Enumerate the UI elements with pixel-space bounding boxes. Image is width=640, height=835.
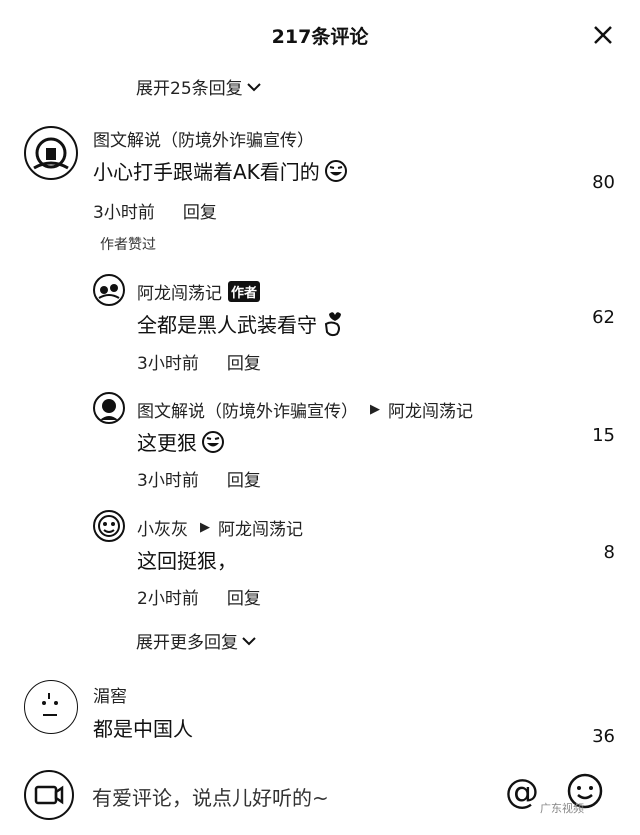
expand-replies-label: 展开25条回复: [136, 79, 243, 99]
reply-text: 这更狠: [137, 427, 225, 456]
like-count[interactable]: 8: [555, 542, 615, 563]
reply-author[interactable]: 图文解说（防境外诈骗宣传）: [137, 397, 358, 422]
avatar[interactable]: [93, 392, 125, 424]
reply-meta: 2小时前 回复: [137, 584, 261, 609]
avatar[interactable]: [93, 510, 125, 542]
reply-button[interactable]: 回复: [227, 466, 261, 491]
avatar[interactable]: [24, 126, 78, 180]
reply-button[interactable]: 回复: [183, 198, 217, 223]
reply-author[interactable]: 阿龙闯荡记: [137, 279, 222, 304]
avatar[interactable]: [24, 680, 78, 734]
comment-text: 小心打手跟端着AK看门的: [93, 156, 348, 185]
reply-to-arrow-icon: ▶: [200, 520, 210, 535]
expand-replies-button[interactable]: 展开25条回复: [136, 74, 262, 99]
reply-text: 全都是黑人武装看守: [137, 309, 345, 338]
reply-time: 3小时前: [137, 471, 199, 491]
reply-author-line: 图文解说（防境外诈骗宣传） ▶ 阿龙闯荡记: [137, 397, 473, 422]
reply-to-user[interactable]: 阿龙闯荡记: [388, 397, 473, 422]
reply-to-arrow-icon: ▶: [370, 402, 380, 417]
avatar[interactable]: [93, 274, 125, 306]
video-camera-icon: [34, 785, 64, 805]
expand-more-label: 展开更多回复: [136, 633, 238, 653]
reply-text: 这回挺狠，: [137, 549, 237, 573]
heart-hand-emoji-icon: [324, 311, 341, 336]
comment-author[interactable]: 湄窖: [93, 682, 127, 707]
reply-to-user[interactable]: 阿龙闯荡记: [218, 515, 303, 540]
laughing-emoji-icon: [202, 430, 224, 453]
like-count[interactable]: 36: [555, 726, 615, 747]
laughing-emoji-icon: [324, 159, 347, 182]
reply-author-line: 小灰灰 ▶ 阿龙闯荡记: [137, 515, 303, 540]
comment-meta: 3小时前 回复: [93, 198, 217, 223]
reply-meta: 3小时前 回复: [137, 466, 261, 491]
reply-button[interactable]: 回复: [227, 584, 261, 609]
reply-time: 3小时前: [137, 354, 199, 374]
comment-author[interactable]: 图文解说（防境外诈骗宣传）: [93, 126, 314, 151]
comment-input[interactable]: 有爱评论，说点儿好听的~: [92, 782, 329, 811]
comment-text-content: 小心打手跟端着AK看门的: [93, 160, 320, 184]
like-count[interactable]: 15: [555, 425, 615, 446]
author-badge: 作者: [228, 281, 261, 302]
reply-meta: 3小时前 回复: [137, 349, 261, 374]
like-count[interactable]: 80: [555, 172, 615, 193]
reply-author[interactable]: 小灰灰: [137, 515, 188, 540]
comments-count-title: 217条评论: [271, 26, 369, 48]
chevron-down-icon: [242, 636, 256, 645]
comment-text: 都是中国人: [93, 717, 193, 741]
reply-time: 2小时前: [137, 589, 199, 609]
expand-more-replies-button[interactable]: 展开更多回复: [136, 628, 257, 653]
video-camera-button[interactable]: [24, 770, 74, 820]
mention-icon[interactable]: @: [505, 772, 539, 812]
reply-author-line: 阿龙闯荡记 作者: [137, 279, 261, 304]
chevron-down-icon: [246, 82, 261, 91]
reply-text-content: 这更狠: [137, 431, 197, 455]
author-liked-label: 作者赞过: [100, 237, 156, 253]
comment-time: 3小时前: [93, 203, 155, 223]
reply-text-content: 全都是黑人武装看守: [137, 313, 317, 337]
reply-button[interactable]: 回复: [227, 349, 261, 374]
watermark: 广东视频: [540, 802, 584, 815]
like-count[interactable]: 62: [555, 307, 615, 328]
close-icon[interactable]: [588, 20, 618, 50]
